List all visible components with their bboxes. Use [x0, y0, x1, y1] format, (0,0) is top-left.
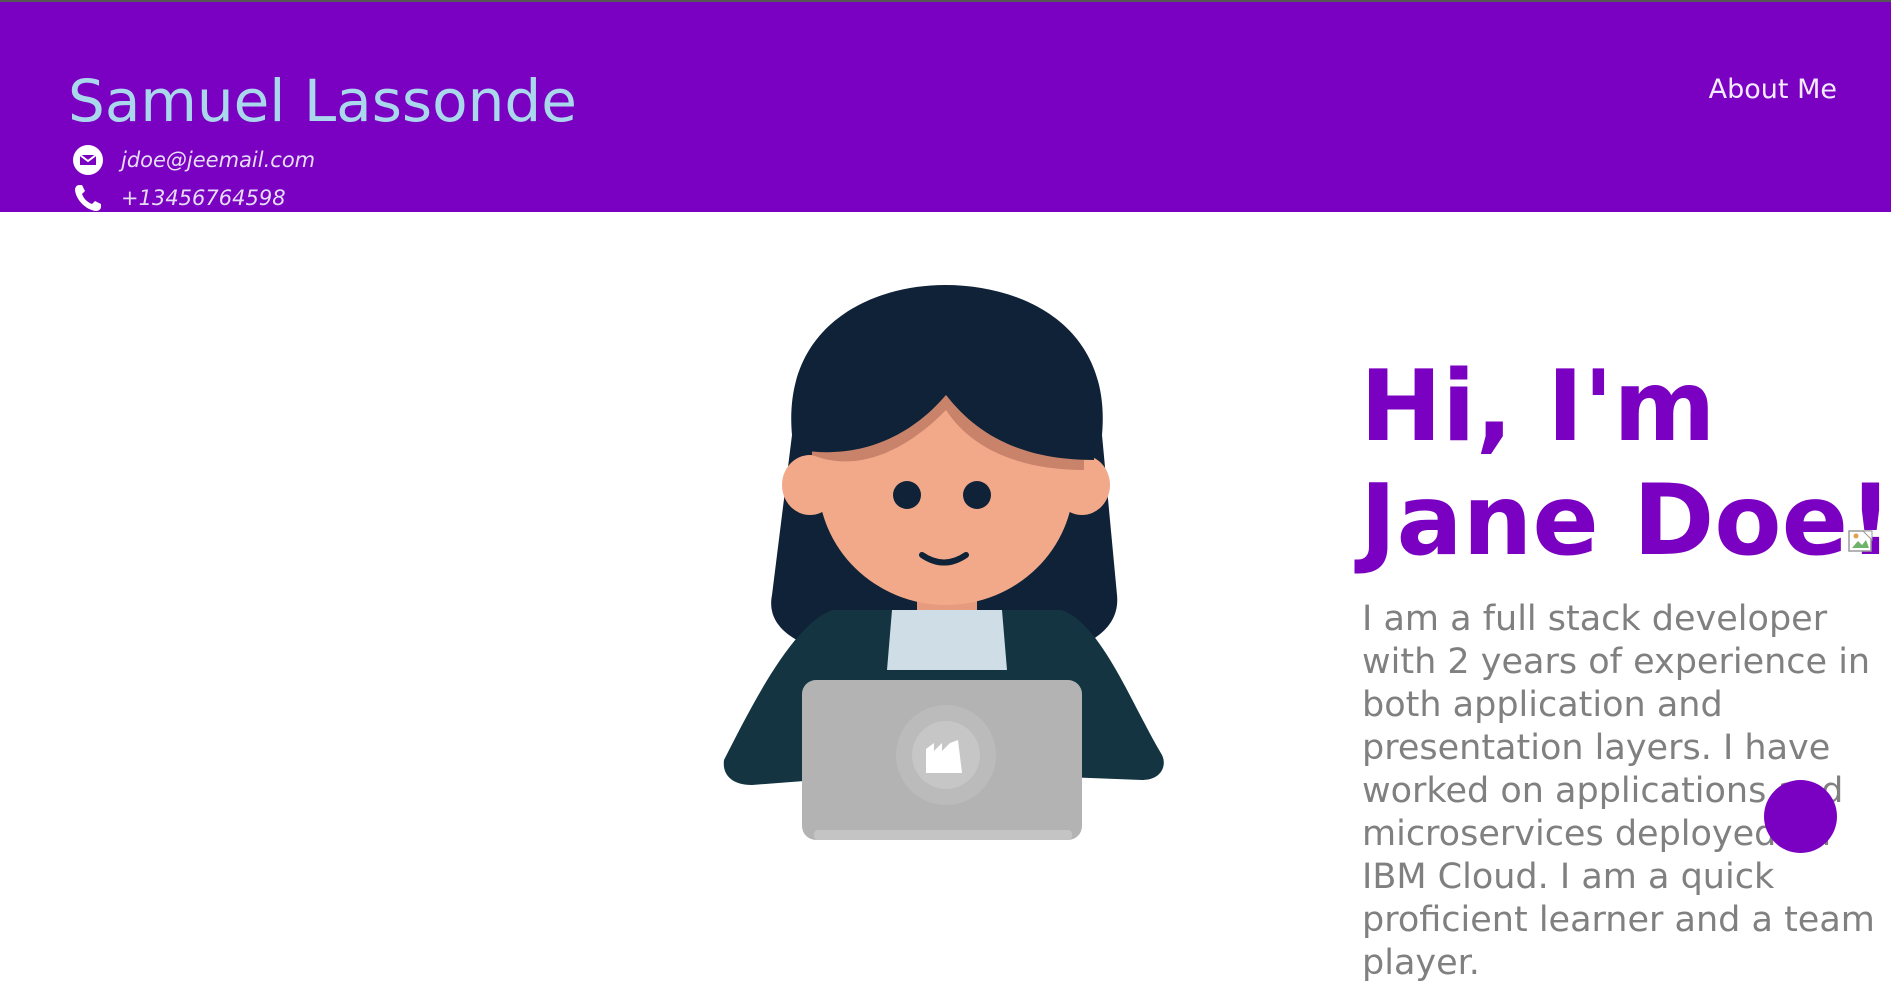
- hero-title: Hi, I'm Jane Doe!: [1360, 350, 1891, 578]
- site-title: Samuel Lassonde: [68, 67, 577, 135]
- site-header: Samuel Lassonde jdoe@jeemail.com +134567…: [0, 2, 1891, 212]
- email-text[interactable]: jdoe@jeemail.com: [121, 148, 315, 172]
- phone-icon: [72, 182, 104, 214]
- hero-title-line-1: Hi, I'm: [1360, 350, 1716, 464]
- phone-text[interactable]: +13456764598: [121, 186, 286, 210]
- envelope-icon: [72, 144, 104, 176]
- contact-email[interactable]: jdoe@jeemail.com: [72, 144, 315, 176]
- floating-action-button[interactable]: [1764, 780, 1837, 853]
- contact-phone[interactable]: +13456764598: [72, 182, 286, 214]
- nav-about-me-link[interactable]: About Me: [1709, 74, 1837, 105]
- developer-avatar-illustration: [722, 285, 1168, 840]
- hero-title-line-2: Jane Doe!: [1360, 464, 1891, 578]
- broken-image-icon: [1848, 530, 1874, 554]
